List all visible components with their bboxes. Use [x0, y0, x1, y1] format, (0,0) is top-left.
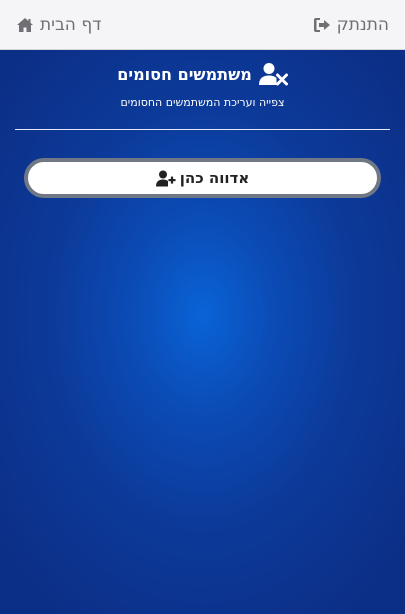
- home-link[interactable]: דף הבית: [16, 13, 101, 37]
- logout-link-label: התנתק: [336, 15, 389, 35]
- home-icon: [16, 16, 34, 34]
- logout-link[interactable]: התנתק: [313, 13, 389, 37]
- user-plus-icon: [155, 170, 176, 187]
- home-link-label: דף הבית: [40, 15, 102, 35]
- top-navbar: דף הבית התנתק: [0, 0, 405, 50]
- page-subtitle: צפייה ועריכת המשתמשים החסומים: [120, 96, 285, 109]
- logout-icon: [313, 16, 331, 34]
- main-panel: משתמשים חסומים צפייה ועריכת המשתמשים החס…: [0, 50, 405, 614]
- divider: [15, 129, 390, 130]
- user-blocked-icon: [258, 62, 288, 86]
- title-row: משתמשים חסומים: [0, 62, 405, 86]
- blocked-user-button-label: אדווה כהן: [179, 169, 250, 187]
- page-title: משתמשים חסומים: [117, 64, 252, 84]
- blocked-user-button[interactable]: אדווה כהן: [24, 158, 381, 198]
